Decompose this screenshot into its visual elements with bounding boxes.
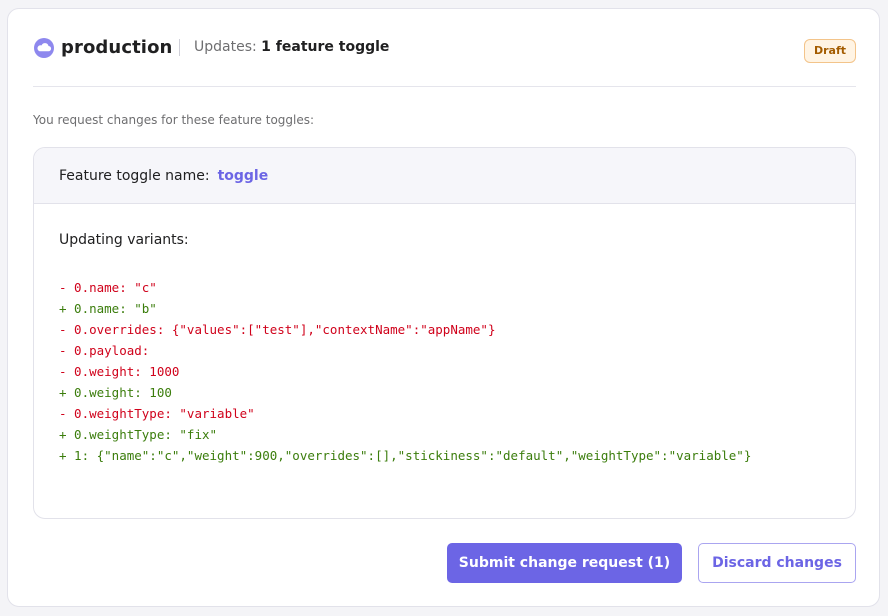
environment-name: production [61,37,173,58]
intro-text: You request changes for these feature to… [33,113,315,127]
variants-title: Updating variants: [59,232,189,248]
updates-summary: Updates: 1 feature toggle [194,39,389,55]
submit-change-request-button[interactable]: Submit change request (1) [447,543,682,583]
diff-line-added: + 0.weightType: "fix" [59,427,218,442]
toggle-header: Feature toggle name: toggle [34,148,855,204]
change-request-header: production Updates: 1 feature toggle Dra… [33,33,856,87]
diff-line-added: + 1: {"name":"c","weight":900,"overrides… [59,448,752,463]
diff-line-removed: - 0.weight: 1000 [59,364,180,379]
diff-line-removed: - 0.weightType: "variable" [59,406,255,421]
toggle-name-label: Feature toggle name: [59,167,210,184]
diff-line-added: + 0.weight: 100 [59,385,172,400]
toggle-name-link[interactable]: toggle [218,168,269,184]
cloud-icon [34,38,54,58]
diff-line-added: + 0.name: "b" [59,301,157,316]
diff-line-removed: - 0.payload: [59,343,150,358]
diff-line-removed: - 0.overrides: {"values":["test"],"conte… [59,322,496,337]
feature-toggle-changes: Feature toggle name: toggle Updating var… [33,147,856,519]
updates-value: 1 feature toggle [261,39,390,55]
change-request-card: production Updates: 1 feature toggle Dra… [7,8,880,607]
updates-label: Updates: [194,39,257,55]
variants-diff: - 0.name: "c" + 0.name: "b" - 0.overrides:… [59,277,751,466]
discard-changes-button[interactable]: Discard changes [698,543,856,583]
header-divider [179,39,180,56]
status-badge: Draft [803,39,856,63]
diff-line-removed: - 0.name: "c" [59,280,157,295]
